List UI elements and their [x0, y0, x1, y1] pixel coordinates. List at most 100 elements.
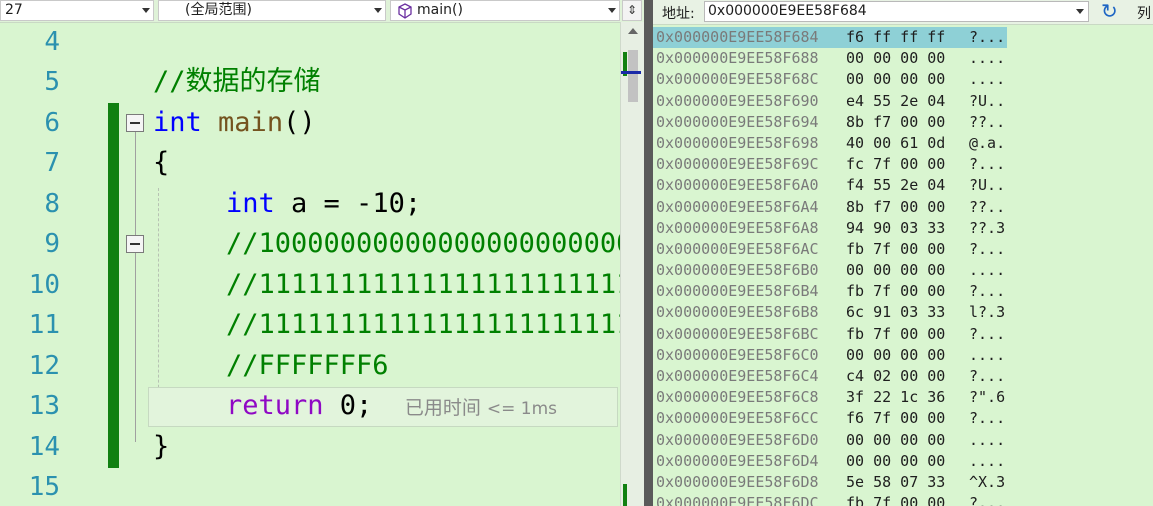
line-number: 13: [28, 391, 60, 421]
memory-row[interactable]: 0x000000E9EE58F6A0 f4 55 2e 04 ?U..: [653, 175, 1153, 196]
memory-row[interactable]: 0x000000E9EE58F6D0 00 00 00 00....: [653, 430, 1153, 451]
memory-row[interactable]: 0x000000E9EE58F6B0 00 00 00 00....: [653, 260, 1153, 281]
memory-bytes: 5e 58 07 33: [846, 472, 946, 491]
chevron-down-icon: [374, 8, 382, 13]
memory-rows: 0x000000E9EE58F684 f6 ff ff ff?... 0x00000…: [653, 27, 1153, 506]
columns-label[interactable]: 列: [1137, 3, 1151, 23]
memory-row[interactable]: 0x000000E9EE58F688 00 00 00 00....: [653, 48, 1153, 69]
function-dropdown[interactable]: main(): [390, 0, 620, 21]
memory-ascii: ?...: [969, 367, 1006, 385]
statement: 0;: [323, 390, 373, 421]
memory-ascii: ?...: [969, 239, 1006, 258]
memory-address: 0x000000E9EE58F684: [656, 28, 819, 46]
memory-bytes: f6 7f 00 00: [846, 409, 946, 428]
memory-row[interactable]: 0x000000E9EE58F6C8 3f 22 1c 36 ?".6: [653, 387, 1153, 408]
code-line: {: [153, 147, 170, 178]
memory-ascii: ?...: [969, 155, 1006, 174]
line-number: 6: [44, 108, 60, 138]
memory-ascii: ?".6: [969, 388, 1006, 407]
memory-row[interactable]: 0x000000E9EE58F6C0 00 00 00 00....: [653, 345, 1153, 366]
memory-bytes: 00 00 00 00: [846, 261, 946, 280]
memory-ascii: ??..: [969, 197, 1006, 216]
memory-bytes: e4 55 2e 04: [846, 91, 946, 110]
memory-row[interactable]: 0x000000E9EE58F68C 00 00 00 00....: [653, 69, 1153, 90]
memory-row[interactable]: 0x000000E9EE58F6CC f6 7f 00 00?...: [653, 408, 1153, 429]
scroll-up-icon[interactable]: [628, 28, 638, 34]
memory-address: 0x000000E9EE58F6AC: [656, 239, 819, 258]
elapsed-time-hint: 已用时间 <= 1ms: [405, 397, 557, 419]
memory-ascii: ?...: [969, 409, 1006, 428]
memory-ascii: ....: [969, 49, 1006, 68]
pane-splitter[interactable]: [644, 0, 653, 506]
function-name: main: [218, 107, 284, 138]
memory-address: 0x000000E9EE58F6A4: [656, 197, 819, 216]
memory-address: 0x000000E9EE58F68C: [656, 70, 819, 89]
memory-row[interactable]: 0x000000E9EE58F6B8 6c 91 03 33 l?.3: [653, 302, 1153, 323]
memory-ascii: ^X.3: [969, 472, 1006, 491]
memory-bytes: 00 00 00 00: [846, 70, 946, 89]
statement: a = -10;: [274, 188, 422, 219]
collapse-toggle-icon[interactable]: [126, 235, 144, 253]
code-line: //数据的存储: [153, 62, 321, 102]
memory-row[interactable]: 0x000000E9EE58F6BC fb 7f 00 00?...: [653, 324, 1153, 345]
memory-bytes: 00 00 00 00: [846, 345, 946, 364]
code-editor[interactable]: 27 (全局范围) main() ⇕ 4 5 6 7 8 9 10 11 12 …: [0, 0, 644, 506]
memory-row[interactable]: 0x000000E9EE58F690 e4 55 2e 04 ?U..: [653, 91, 1153, 112]
memory-address: 0x000000E9EE58F6C4: [656, 367, 819, 385]
keyword: return: [226, 390, 324, 421]
memory-row[interactable]: 0x000000E9EE58F684 f6 ff ff ff?...: [653, 27, 1153, 48]
memory-row[interactable]: 0x000000E9EE58F694 8b f7 00 00??..: [653, 112, 1153, 133]
chevron-down-icon: [608, 8, 616, 13]
memory-toolbar: 地址: 0x000000E9EE58F684 ↻ 列: [653, 0, 1153, 25]
memory-row[interactable]: 0x000000E9EE58F6A8 94 90 03 33 ??.3: [653, 218, 1153, 239]
memory-bytes: 00 00 00 00: [846, 430, 946, 449]
comment: //数据的存储: [153, 66, 321, 97]
code-line: }: [153, 431, 170, 462]
memory-row[interactable]: 0x000000E9EE58F698 40 00 61 0d @.a.: [653, 133, 1153, 154]
memory-bytes: fb 7f 00 00: [846, 239, 946, 258]
memory-ascii: ....: [969, 451, 1006, 470]
memory-ascii: l?.3: [969, 303, 1006, 322]
comment: //FFFFFFF6: [226, 350, 389, 381]
memory-bytes: fb 7f 00 00: [846, 494, 946, 506]
memory-ascii: ??..: [969, 112, 1006, 131]
memory-row[interactable]: 0x000000E9EE58F6AC fb 7f 00 00?...: [653, 239, 1153, 260]
memory-ascii: ....: [969, 261, 1006, 280]
memory-address: 0x000000E9EE58F6D4: [656, 451, 819, 470]
code-line: return 0; 已用时间 <= 1ms: [226, 386, 557, 429]
memory-row[interactable]: 0x000000E9EE58F6D4 00 00 00 00....: [653, 451, 1153, 472]
memory-bytes: fb 7f 00 00: [846, 324, 946, 343]
scope-dropdown-value: (全局范围): [185, 2, 252, 18]
memory-address: 0x000000E9EE58F6B0: [656, 261, 819, 280]
memory-address: 0x000000E9EE58F6BC: [656, 324, 819, 343]
memory-address: 0x000000E9EE58F6B4: [656, 282, 819, 301]
chevron-down-icon: [142, 8, 150, 13]
editor-navigation-bar: 27 (全局范围) main() ⇕: [0, 0, 644, 23]
scrollbar-thumb[interactable]: [628, 50, 638, 102]
memory-row[interactable]: 0x000000E9EE58F69C fc 7f 00 00?...: [653, 154, 1153, 175]
refresh-icon[interactable]: ↻: [1101, 0, 1118, 22]
line-number: 8: [44, 189, 60, 219]
memory-ascii: ?...: [969, 282, 1006, 301]
memory-row[interactable]: 0x000000E9EE58F6C4 c4 02 00 00?...: [653, 366, 1153, 387]
split-icon: ⇕: [626, 3, 638, 17]
chevron-down-icon[interactable]: [1076, 9, 1084, 14]
memory-window[interactable]: 地址: 0x000000E9EE58F684 ↻ 列 0x000000E9EE5…: [653, 0, 1153, 506]
caret-position-marker: [621, 71, 641, 74]
scope-dropdown[interactable]: (全局范围): [158, 0, 386, 21]
address-input-value: 0x000000E9EE58F684: [708, 3, 867, 19]
address-input[interactable]: 0x000000E9EE58F684: [704, 1, 1089, 22]
editor-vertical-scrollbar[interactable]: [620, 22, 644, 506]
memory-row[interactable]: 0x000000E9EE58F6DC fb 7f 00 00?...: [653, 493, 1153, 506]
memory-row[interactable]: 0x000000E9EE58F6B4 fb 7f 00 00?...: [653, 281, 1153, 302]
memory-row[interactable]: 0x000000E9EE58F6D8 5e 58 07 33 ^X.3: [653, 472, 1153, 493]
split-window-button[interactable]: ⇕: [622, 0, 642, 21]
memory-address: 0x000000E9EE58F6A8: [656, 218, 819, 237]
line-number: 4: [44, 27, 60, 57]
collapse-toggle-icon[interactable]: [126, 114, 144, 132]
project-dropdown[interactable]: 27: [0, 0, 154, 21]
memory-bytes: 6c 91 03 33: [846, 303, 946, 322]
function-dropdown-value: main(): [417, 2, 463, 18]
line-number: 5: [44, 67, 60, 97]
memory-row[interactable]: 0x000000E9EE58F6A4 8b f7 00 00??..: [653, 197, 1153, 218]
